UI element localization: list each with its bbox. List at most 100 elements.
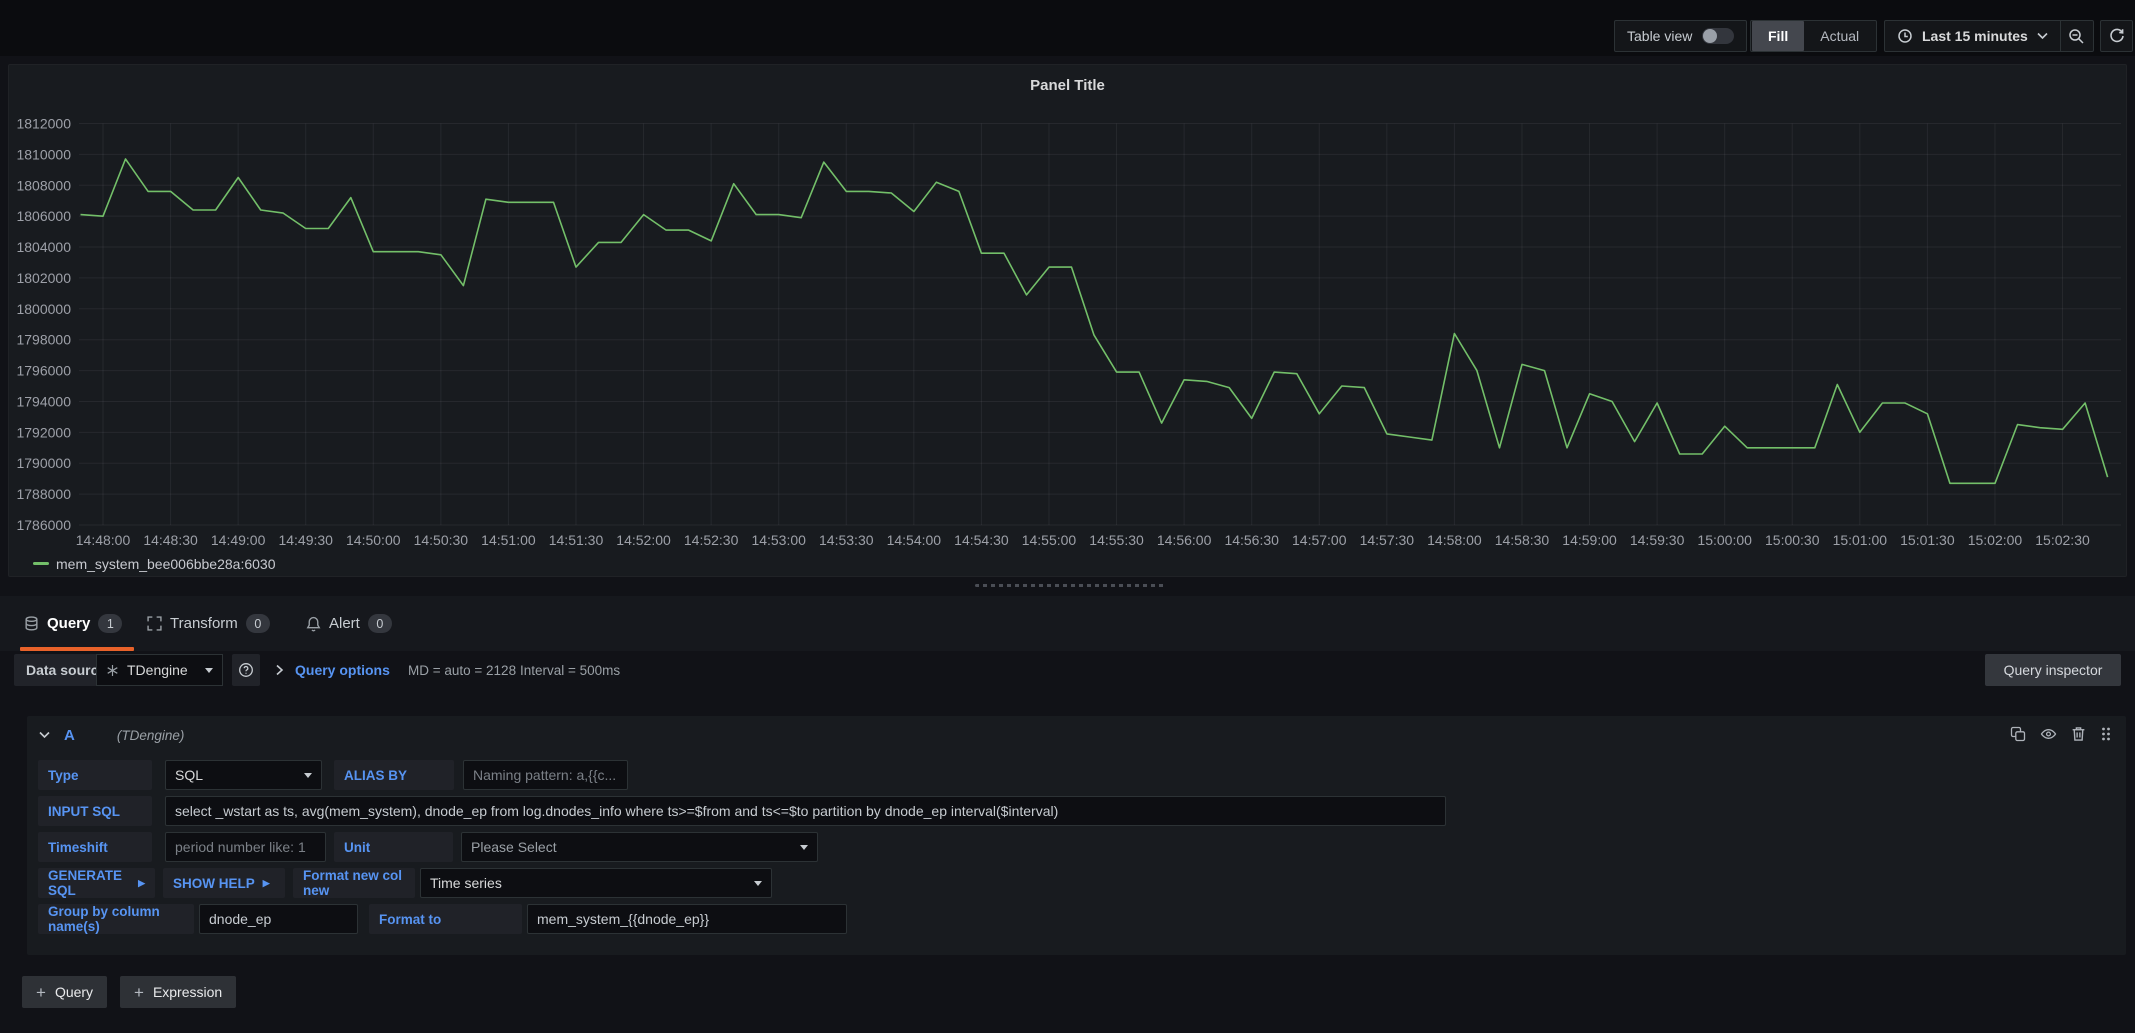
x-axis-label: 14:56:00 [1157,532,1212,548]
query-inspector-button[interactable]: Query inspector [1985,654,2121,686]
x-axis-label: 14:59:30 [1630,532,1685,548]
format-to-input[interactable] [527,904,847,934]
refresh-icon [2109,28,2125,44]
table-view-group[interactable]: Table view [1614,20,1747,52]
tab-transform-label: Transform [170,615,238,632]
y-axis-label: 1802000 [16,270,71,286]
x-axis-label: 14:48:30 [143,532,198,548]
tdengine-icon [106,664,119,677]
x-axis-label: 15:01:30 [1900,532,1955,548]
panel-editor: Table view Fill Actual Last 15 minutes [0,0,2135,1033]
x-axis-label: 14:50:00 [346,532,401,548]
unit-select[interactable]: Please Select [461,832,818,862]
database-icon [24,616,39,632]
show-help-button[interactable]: SHOW HELP ▶ [163,868,285,898]
collapse-chevron-icon[interactable] [39,731,50,739]
alias-by-label: ALIAS BY [334,760,454,790]
caret-down-icon [754,881,762,886]
chevron-right-icon[interactable] [275,664,284,676]
time-range-group: Last 15 minutes [1884,20,2094,52]
alias-by-input[interactable] [463,760,628,790]
x-axis-label: 14:53:00 [751,532,806,548]
y-axis-label: 1798000 [16,332,71,348]
query-editor-card: A (TDengine) [27,716,2126,955]
y-axis-label: 1806000 [16,208,71,224]
x-axis-label: 14:55:30 [1089,532,1144,548]
tab-transform-count: 0 [246,614,270,633]
hide-query-button[interactable] [2040,726,2057,742]
form-row-sql: INPUT SQL [27,796,2126,826]
fill-button[interactable]: Fill [1752,21,1804,51]
legend-label[interactable]: mem_system_bee006bbe28a:6030 [56,556,276,572]
tab-alert[interactable]: Alert 0 [306,596,392,651]
query-ref-id[interactable]: A [64,727,75,744]
add-query-button[interactable]: + Query [22,976,107,1008]
input-sql-input[interactable] [165,796,1446,826]
form-row-format: GENERATE SQL ▶ SHOW HELP ▶ Format new co… [27,868,2126,898]
transform-icon [147,616,162,631]
caret-down-icon [205,668,213,673]
x-axis-label: 14:49:30 [278,532,333,548]
y-axis-label: 1792000 [16,424,71,440]
legend-marker [33,562,49,565]
drag-grip-icon[interactable] [2100,726,2112,742]
table-view-toggle[interactable] [1702,28,1734,44]
y-axis-label: 1788000 [16,486,71,502]
add-expression-label: Expression [153,984,222,1000]
tab-alert-label: Alert [329,615,360,632]
y-axis-label: 1800000 [16,301,71,317]
interval-text: Interval = 500ms [520,663,620,678]
generate-sql-button[interactable]: GENERATE SQL ▶ [38,868,155,898]
time-series-chart[interactable]: 1786000178800017900001792000179400017960… [9,65,2126,576]
x-axis-label: 14:52:30 [684,532,739,548]
y-axis-label: 1808000 [16,177,71,193]
y-axis-label: 1794000 [16,393,71,409]
zoom-out-button[interactable] [2061,21,2093,51]
format-select-value: Time series [430,875,754,891]
panel-resize-handle[interactable] [975,584,1165,587]
top-toolbar: Table view Fill Actual Last 15 minutes [0,0,2135,56]
x-axis-label: 14:48:00 [76,532,131,548]
y-axis-label: 1804000 [16,239,71,255]
type-select[interactable]: SQL [165,760,322,790]
timeshift-input[interactable] [165,832,326,862]
x-axis-label: 14:53:30 [819,532,874,548]
x-axis-label: 14:57:30 [1360,532,1415,548]
table-view-label: Table view [1627,28,1692,44]
add-expression-button[interactable]: + Expression [120,976,236,1008]
actual-button[interactable]: Actual [1804,21,1875,51]
query-options-link[interactable]: Query options [295,662,390,678]
datasource-help-button[interactable] [232,654,260,686]
tab-query[interactable]: Query 1 [24,596,122,651]
tab-transform[interactable]: Transform 0 [147,596,270,651]
caret-down-icon [304,773,312,778]
datasource-picker[interactable]: TDengine [96,654,223,686]
time-series-panel[interactable]: Panel Title 1786000178800017900001792000… [8,64,2127,577]
format-select[interactable]: Time series [420,868,772,898]
x-axis-label: 14:55:00 [1022,532,1077,548]
refresh-button[interactable] [2100,20,2133,52]
editor-tabbar: Query 1 Transform 0 Alert 0 [0,596,2135,651]
form-row-groupby: Group by column name(s) Format to [27,904,2126,934]
query-row-header[interactable]: A (TDengine) [27,716,2126,754]
datasource-row: Data source TDengine Query options MD = … [0,654,2135,686]
duplicate-query-button[interactable] [2010,726,2026,742]
group-by-input[interactable] [199,904,358,934]
x-axis-label: 14:52:00 [616,532,671,548]
clock-icon [1897,28,1913,44]
x-axis-label: 14:54:30 [954,532,1009,548]
x-axis-label: 14:59:00 [1562,532,1617,548]
unit-label: Unit [334,832,453,862]
x-axis-label: 15:00:30 [1765,532,1820,548]
active-tab-indicator [20,647,134,651]
delete-query-button[interactable] [2071,726,2086,742]
x-axis-label: 14:49:00 [211,532,266,548]
caret-down-icon [800,845,808,850]
format-to-label: Format to [369,904,522,934]
arrow-right-icon: ▶ [263,878,270,889]
x-axis-label: 15:02:00 [1968,532,2023,548]
x-axis-label: 14:58:30 [1495,532,1550,548]
form-row-type: Type SQL ALIAS BY [27,760,2126,790]
time-range-picker[interactable]: Last 15 minutes [1885,28,2060,44]
x-axis-label: 14:56:30 [1224,532,1279,548]
